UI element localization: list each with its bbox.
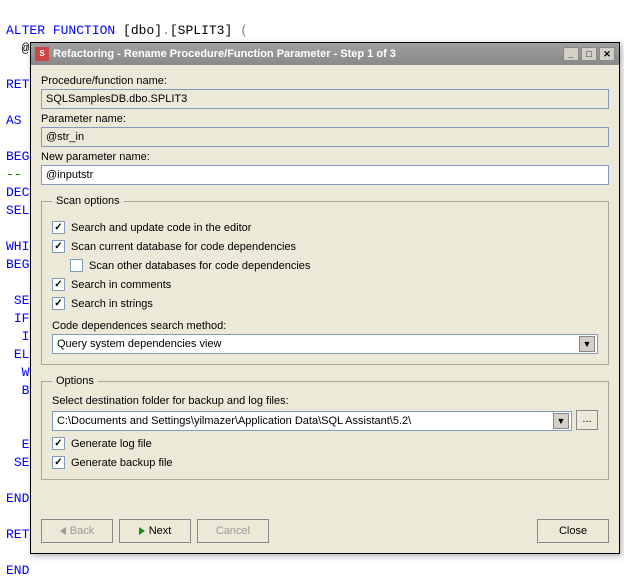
search-method-select[interactable]: Query system dependencies view ▼ xyxy=(52,334,598,354)
chk-search-comments-label: Search in comments xyxy=(71,279,171,291)
cancel-button[interactable]: Cancel xyxy=(197,519,269,543)
chk-scan-current-db-label: Scan current database for code dependenc… xyxy=(71,241,296,253)
titlebar[interactable]: S Refactoring - Rename Procedure/Functio… xyxy=(31,43,619,65)
new-param-label: New parameter name: xyxy=(41,151,609,163)
param-name-input[interactable] xyxy=(41,127,609,147)
options-legend: Options xyxy=(52,375,98,387)
search-method-value: Query system dependencies view xyxy=(57,338,579,350)
chk-scan-other-db[interactable] xyxy=(70,259,83,272)
param-name-label: Parameter name: xyxy=(41,113,609,125)
chk-gen-log[interactable] xyxy=(52,437,65,450)
chk-gen-backup[interactable] xyxy=(52,456,65,469)
arrow-right-icon xyxy=(139,527,145,535)
wizard-buttons: Back Next Cancel Close xyxy=(41,519,609,543)
close-x-button[interactable]: ✕ xyxy=(599,47,615,61)
chk-scan-other-db-label: Scan other databases for code dependenci… xyxy=(89,260,310,272)
chevron-down-icon: ▼ xyxy=(579,336,595,352)
chk-search-comments[interactable] xyxy=(52,278,65,291)
browse-button[interactable]: ... xyxy=(576,410,598,430)
chk-search-editor[interactable] xyxy=(52,221,65,234)
chk-gen-log-label: Generate log file xyxy=(71,438,152,450)
scan-options-group: Scan options Search and update code in t… xyxy=(41,195,609,365)
proc-name-input[interactable] xyxy=(41,89,609,109)
dest-folder-select[interactable]: C:\Documents and Settings\yilmazer\Appli… xyxy=(52,411,572,431)
chevron-down-icon: ▼ xyxy=(553,413,569,429)
chk-search-strings-label: Search in strings xyxy=(71,298,153,310)
chk-scan-current-db[interactable] xyxy=(52,240,65,253)
chk-search-editor-label: Search and update code in the editor xyxy=(71,222,251,234)
dialog-title: Refactoring - Rename Procedure/Function … xyxy=(53,48,563,60)
maximize-button[interactable]: □ xyxy=(581,47,597,61)
minimize-button[interactable]: _ xyxy=(563,47,579,61)
refactoring-dialog: S Refactoring - Rename Procedure/Functio… xyxy=(30,42,620,554)
search-method-label: Code dependences search method: xyxy=(52,320,598,332)
dest-folder-value: C:\Documents and Settings\yilmazer\Appli… xyxy=(57,415,553,427)
chk-search-strings[interactable] xyxy=(52,297,65,310)
arrow-left-icon xyxy=(60,527,66,535)
proc-name-label: Procedure/function name: xyxy=(41,75,609,87)
back-button[interactable]: Back xyxy=(41,519,113,543)
options-group: Options Select destination folder for ba… xyxy=(41,375,609,480)
close-button[interactable]: Close xyxy=(537,519,609,543)
next-button[interactable]: Next xyxy=(119,519,191,543)
new-param-input[interactable] xyxy=(41,165,609,185)
app-icon: S xyxy=(35,47,49,61)
scan-options-legend: Scan options xyxy=(52,195,124,207)
chk-gen-backup-label: Generate backup file xyxy=(71,457,173,469)
dest-folder-label: Select destination folder for backup and… xyxy=(52,395,598,407)
